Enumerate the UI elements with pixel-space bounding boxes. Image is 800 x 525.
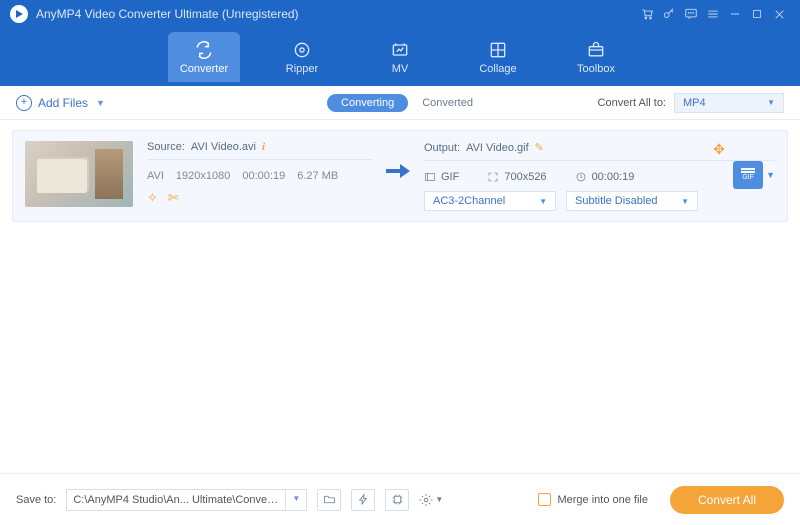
settings-icon[interactable]: ▼	[419, 489, 443, 511]
video-thumbnail[interactable]	[25, 141, 133, 207]
maximize-icon[interactable]	[746, 3, 768, 25]
tab-converting[interactable]: Converting	[327, 94, 408, 112]
file-row: Source: AVI Video.avi i AVI 1920x1080 00…	[12, 130, 788, 222]
nav-mv[interactable]: MV	[364, 32, 436, 82]
nav-label: MV	[392, 63, 409, 75]
cart-icon[interactable]	[636, 3, 658, 25]
chevron-down-icon: ▼	[96, 98, 105, 108]
nav-toolbox[interactable]: Toolbox	[560, 32, 632, 82]
output-label: Output:	[424, 142, 460, 154]
chevron-down-icon: ▼	[767, 98, 775, 107]
gpu-icon[interactable]	[385, 489, 409, 511]
nav-collage[interactable]: Collage	[462, 32, 534, 82]
nav-label: Converter	[180, 63, 228, 75]
plus-icon: +	[16, 95, 32, 111]
merge-label: Merge into one file	[557, 494, 648, 506]
info-icon[interactable]: i	[262, 141, 265, 153]
merge-checkbox[interactable]: Merge into one file	[538, 493, 648, 506]
source-format: AVI	[147, 170, 164, 182]
chevron-down-icon[interactable]: ▼	[766, 170, 775, 180]
chevron-down-icon: ▼	[539, 197, 547, 206]
convert-all-to-label: Convert All to:	[598, 97, 666, 109]
app-logo	[10, 5, 28, 23]
source-label: Source:	[147, 141, 185, 153]
nav-ripper[interactable]: Ripper	[266, 32, 338, 82]
source-duration: 00:00:19	[242, 170, 285, 182]
add-files-button[interactable]: + Add Files ▼	[16, 95, 105, 111]
app-title: AnyMP4 Video Converter Ultimate (Unregis…	[36, 7, 299, 21]
chevron-down-icon: ▼	[681, 197, 689, 206]
edit-icon[interactable]: ✧	[147, 190, 158, 206]
move-icon[interactable]: ✥	[713, 141, 725, 158]
convert-all-button[interactable]: Convert All	[670, 486, 784, 514]
open-folder-icon[interactable]	[317, 489, 341, 511]
feedback-icon[interactable]	[680, 3, 702, 25]
nav-label: Toolbox	[577, 63, 615, 75]
nav-label: Collage	[479, 63, 516, 75]
source-resolution: 1920x1080	[176, 170, 230, 182]
nav-label: Ripper	[286, 63, 318, 75]
fmt-badge-text: GIF	[742, 174, 754, 182]
minimize-icon[interactable]	[724, 3, 746, 25]
footer-bar: Save to: C:\AnyMP4 Studio\An... Ultimate…	[0, 473, 800, 525]
output-duration: 00:00:19	[592, 171, 635, 183]
save-to-label: Save to:	[16, 494, 56, 506]
source-column: Source: AVI Video.avi i AVI 1920x1080 00…	[147, 141, 372, 206]
save-path-dropdown[interactable]: ▼	[286, 489, 307, 511]
close-icon[interactable]	[768, 3, 790, 25]
convert-all-to-select[interactable]: MP4 ▼	[674, 93, 784, 113]
cut-icon[interactable]: ✄	[168, 190, 179, 206]
output-format-button[interactable]: GIF	[733, 161, 763, 189]
nav-converter[interactable]: Converter	[168, 32, 240, 82]
menu-icon[interactable]	[702, 3, 724, 25]
add-files-label: Add Files	[38, 96, 88, 110]
output-resolution: 700x526	[504, 171, 546, 183]
key-icon[interactable]	[658, 3, 680, 25]
source-filename: AVI Video.avi	[191, 141, 256, 153]
rename-icon[interactable]: ✎	[535, 141, 544, 154]
checkbox-box	[538, 493, 551, 506]
audio-select[interactable]: AC3-2Channel ▼	[424, 191, 556, 211]
main-nav: Converter Ripper MV Collage Toolbox	[0, 28, 800, 86]
subtitle-value: Subtitle Disabled	[575, 195, 658, 207]
sub-bar: + Add Files ▼ Converting Converted Conve…	[0, 86, 800, 120]
titlebar: AnyMP4 Video Converter Ultimate (Unregis…	[0, 0, 800, 28]
source-size: 6.27 MB	[297, 170, 338, 182]
save-path-input[interactable]: C:\AnyMP4 Studio\An... Ultimate\Converte…	[66, 489, 286, 511]
output-format: GIF	[441, 171, 459, 183]
file-list: Source: AVI Video.avi i AVI 1920x1080 00…	[0, 120, 800, 473]
hw-accel-icon[interactable]	[351, 489, 375, 511]
arrow-icon	[386, 141, 410, 179]
convert-all-to-value: MP4	[683, 97, 706, 109]
subtitle-select[interactable]: Subtitle Disabled ▼	[566, 191, 698, 211]
audio-value: AC3-2Channel	[433, 195, 505, 207]
tab-converted[interactable]: Converted	[422, 97, 473, 109]
output-filename: AVI Video.gif	[466, 142, 529, 154]
